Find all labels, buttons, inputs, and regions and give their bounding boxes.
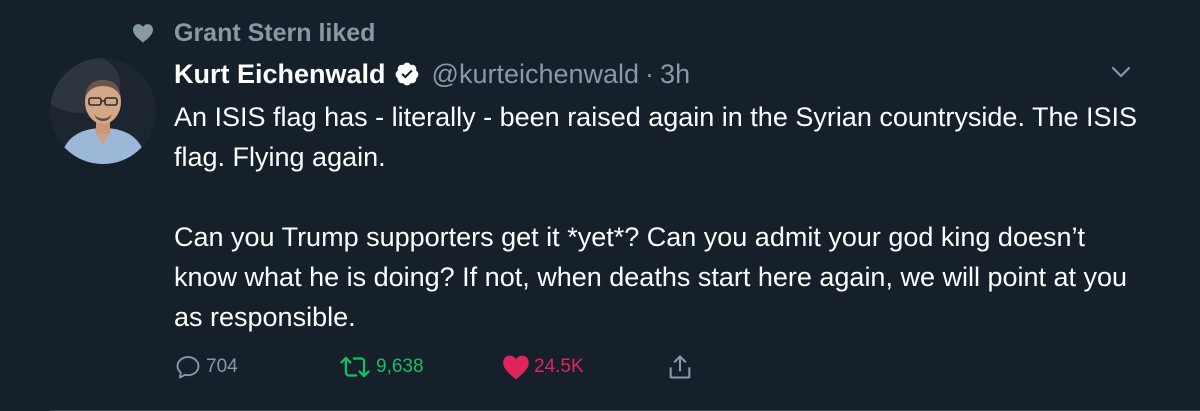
tweet-header: Kurt Eichenwald @kurteichenwald · 3h <box>174 54 690 94</box>
like-button[interactable]: 24.5K <box>502 352 584 382</box>
retweet-icon <box>338 353 372 381</box>
verified-badge-icon <box>394 61 420 87</box>
tweet-timestamp[interactable]: 3h <box>660 59 690 90</box>
like-count: 24.5K <box>534 356 584 377</box>
reply-button[interactable]: 704 <box>174 352 238 382</box>
reply-count: 704 <box>206 356 238 377</box>
avatar[interactable] <box>50 58 156 164</box>
tweet-actions: 704 9,638 24.5K <box>174 352 734 382</box>
share-icon <box>666 353 694 381</box>
retweet-count: 9,638 <box>376 356 424 377</box>
social-context-text[interactable]: Grant Stern liked <box>174 19 375 48</box>
retweet-button[interactable]: 9,638 <box>338 352 424 382</box>
heart-filled-icon <box>502 354 530 380</box>
user-handle[interactable]: @kurteichenwald <box>432 59 640 90</box>
display-name[interactable]: Kurt Eichenwald <box>174 59 386 90</box>
chevron-down-icon[interactable] <box>1108 62 1134 82</box>
heart-icon <box>132 22 154 44</box>
social-context: Grant Stern liked <box>132 18 375 48</box>
tweet-text-paragraph: Can you Trump supporters get it *yet*? C… <box>174 222 1128 332</box>
tweet-text-paragraph: An ISIS flag has - literally - been rais… <box>174 102 1138 172</box>
share-button[interactable] <box>666 352 694 382</box>
separator-dot: · <box>645 58 655 89</box>
reply-icon <box>174 353 202 381</box>
tweet-text: An ISIS flag has - literally - been rais… <box>174 97 1154 337</box>
